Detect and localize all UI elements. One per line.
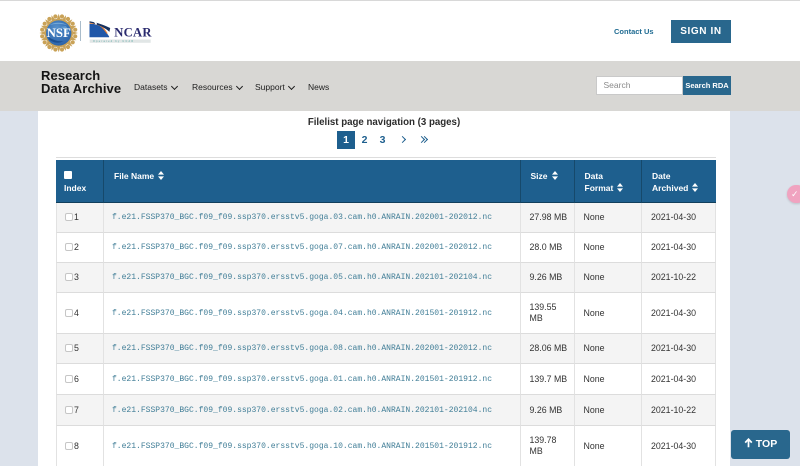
svg-text:NSF: NSF	[47, 26, 71, 40]
svg-text:Operated by UCAR: Operated by UCAR	[93, 40, 134, 43]
svg-text:NCAR: NCAR	[114, 25, 152, 39]
